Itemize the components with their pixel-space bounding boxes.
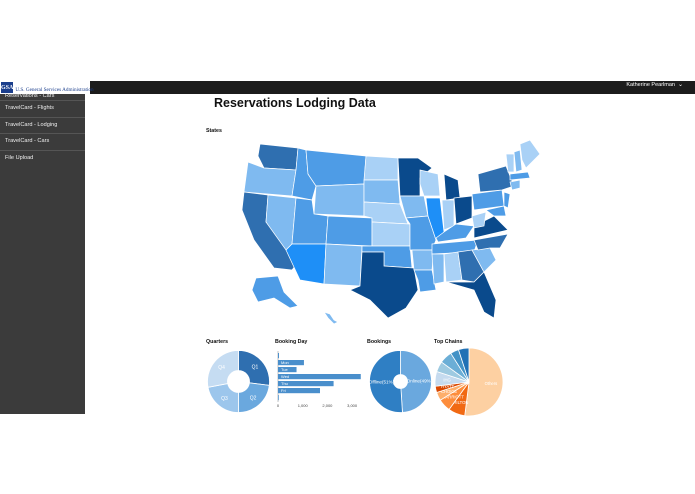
- chains-label-ihg: IHG: [443, 377, 450, 382]
- state-wy[interactable]: [313, 183, 365, 217]
- state-mi[interactable]: [443, 173, 461, 201]
- booking-day-label-mon: Mon: [281, 360, 289, 365]
- state-ms[interactable]: [431, 253, 445, 285]
- top-chains-label: Top Chains: [434, 339, 463, 345]
- states-label: States: [206, 128, 222, 134]
- bookings-label-online: Online(49%): [407, 378, 433, 383]
- state-ks[interactable]: [371, 221, 411, 247]
- state-nj[interactable]: [503, 191, 511, 209]
- state-ct[interactable]: [509, 179, 521, 191]
- state-wi[interactable]: [419, 169, 441, 197]
- booking-day-label-fri: Fri: [281, 388, 286, 393]
- booking-day-tick-0: 0: [277, 403, 280, 408]
- state-nm[interactable]: [323, 243, 363, 287]
- sidebar-item-travelcard-flights[interactable]: TravelCard - Flights: [0, 101, 85, 118]
- user-menu[interactable]: Katherine Pearlman ⌄: [626, 81, 683, 94]
- booking-day-bar-wed[interactable]: [278, 374, 361, 380]
- quarters-label-q1: Q1: [252, 365, 259, 371]
- state-me[interactable]: [519, 140, 541, 169]
- booking-day-label-sun: Sun: [281, 353, 288, 358]
- quarters-donut-chart[interactable]: Q1 Q2 Q3 Q4: [206, 349, 271, 414]
- sidebar-item-reservations-cars[interactable]: Reservations - Cars: [0, 93, 85, 101]
- sidebar-item-travelcard-cars[interactable]: TravelCard - Cars: [0, 134, 85, 151]
- booking-day-label-wed: Wed: [281, 374, 289, 379]
- booking-day-label-tue: Tue: [281, 367, 289, 372]
- state-ak[interactable]: [251, 275, 299, 309]
- bookings-label-offline: Offline(51%): [369, 380, 395, 385]
- sidebar-item-file-upload[interactable]: File Upload: [0, 151, 85, 167]
- user-name: Katherine Pearlman: [626, 82, 675, 88]
- gsa-logo-mark: GSA: [1, 82, 14, 93]
- states-map[interactable]: [238, 140, 543, 325]
- booking-day-tick-2: 2,000: [322, 403, 333, 408]
- booking-day-tick-3: 3,000: [347, 403, 358, 408]
- page-title: Reservations Lodging Data: [214, 96, 376, 110]
- top-navbar: [0, 81, 695, 94]
- quarters-label-q2: Q2: [250, 396, 257, 402]
- state-nh[interactable]: [513, 149, 523, 173]
- quarters-label: Quarters: [206, 339, 229, 345]
- chains-label-others: Others: [485, 381, 498, 386]
- quarters-label-q4: Q4: [218, 365, 225, 371]
- gsa-logo-text: U.S. General Services Administration: [15, 87, 94, 93]
- booking-day-bar-sun[interactable]: [278, 353, 279, 359]
- booking-day-tick-1: 1,000: [298, 403, 309, 408]
- bookings-label: Bookings: [367, 339, 392, 345]
- quarters-label-q3: Q3: [221, 396, 228, 402]
- state-oh[interactable]: [453, 195, 473, 225]
- sidebar-item-travelcard-lodging[interactable]: TravelCard - Lodging: [0, 118, 85, 134]
- booking-day-label-sat: Sat: [281, 395, 288, 400]
- state-co[interactable]: [325, 215, 373, 247]
- state-ma[interactable]: [509, 171, 531, 181]
- booking-day-label: Booking Day: [275, 339, 308, 345]
- chevron-down-icon[interactable]: ⌄: [678, 81, 683, 90]
- booking-day-label-thu: Thu: [281, 381, 288, 386]
- state-sd[interactable]: [363, 179, 401, 205]
- state-ar[interactable]: [411, 249, 435, 271]
- state-wv[interactable]: [471, 211, 487, 229]
- state-wa[interactable]: [257, 143, 299, 171]
- sidebar: Reservations - Cars TravelCard - Flights…: [0, 93, 85, 414]
- top-chains-pie-chart[interactable]: OthersHILTONMARRIOTTCHOICEHYATTIHG: [434, 347, 504, 417]
- state-in[interactable]: [441, 199, 455, 231]
- booking-day-bar-chart[interactable]: Sun Mon Tue Wed Thu Fri Sat0 1,000 2,000 3,000: [274, 349, 362, 419]
- booking-day-bar-sat[interactable]: [278, 395, 279, 401]
- state-hi[interactable]: [323, 311, 339, 325]
- state-mt[interactable]: [305, 149, 367, 187]
- state-nd[interactable]: [363, 155, 399, 181]
- bookings-donut-chart[interactable]: Online(49%) Offline(51%): [368, 349, 433, 414]
